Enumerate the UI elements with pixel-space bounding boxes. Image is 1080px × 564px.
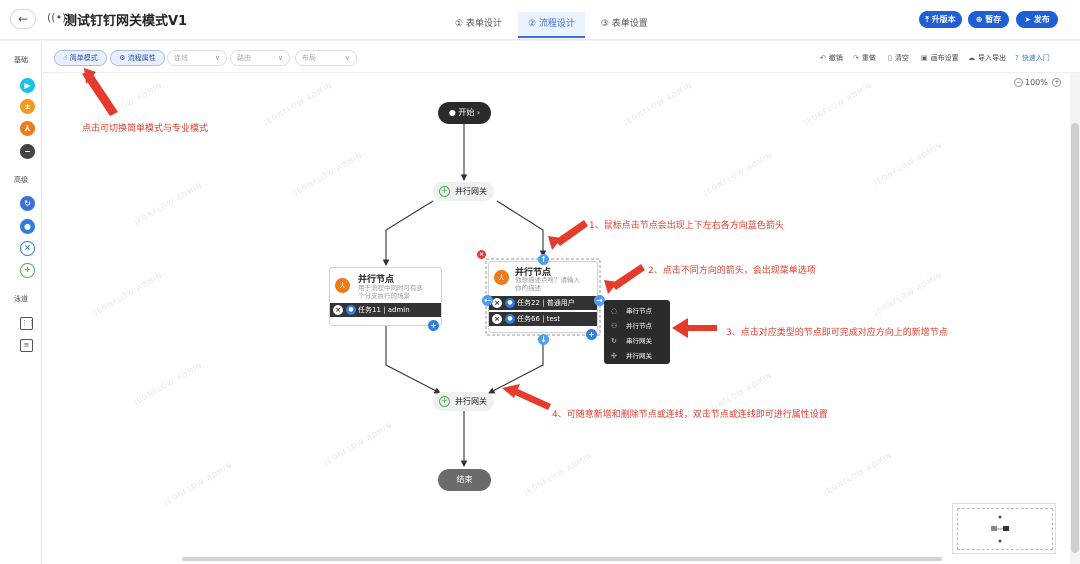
- arrow-left-button[interactable]: ←: [482, 295, 493, 306]
- user-icon: ●: [505, 298, 515, 308]
- annotation-tip-4: 4、可随意新增和删除节点或连线，双击节点或连线即可进行属性设置: [552, 410, 828, 420]
- connector-gateway-left: [382, 200, 434, 267]
- arrow-down-button[interactable]: ↓: [538, 334, 549, 345]
- minimap[interactable]: [952, 503, 1056, 554]
- add-node-menu: ◌ 串行节点 ⚇ 并行节点 ↻ 串行网关 ✣ 并行网关: [604, 300, 670, 364]
- end-node[interactable]: 结束: [438, 469, 491, 491]
- task-row[interactable]: × ● 任务66 | test: [489, 312, 597, 326]
- annotation-arrow: [515, 389, 551, 410]
- menu-item-parallel-gateway[interactable]: ✣ 并行网关: [604, 349, 670, 363]
- card-description-line: 用于流程中同时可有多: [358, 284, 423, 292]
- remove-icon[interactable]: ×: [492, 298, 502, 308]
- plus-circle-icon: +: [439, 186, 450, 197]
- arrow-up-button[interactable]: ↑: [538, 254, 549, 265]
- remove-icon[interactable]: ×: [492, 314, 502, 324]
- menu-item-parallel-node[interactable]: ⚇ 并行节点: [604, 319, 670, 333]
- parallel-node-avatar-icon: ⅄: [494, 270, 509, 285]
- remove-icon[interactable]: ×: [333, 305, 343, 315]
- connector-left-gateway: [385, 326, 441, 394]
- user-icon: ●: [448, 108, 459, 117]
- minimap-preview: [991, 515, 1009, 543]
- menu-item-serial-node[interactable]: ◌ 串行节点: [604, 304, 670, 318]
- user-icon: ◌: [611, 307, 618, 315]
- annotation-arrow: [684, 325, 717, 331]
- start-node[interactable]: ● 开始 ›: [438, 102, 491, 124]
- user-icon: ●: [505, 314, 515, 324]
- plus-circle-icon: +: [439, 396, 450, 407]
- annotation-tip-2: 2、点击不同方向的箭头，会出现菜单选项: [648, 266, 816, 276]
- chevron-right-icon: ›: [474, 108, 481, 117]
- app-root: ← ((•)) 测试钉钉网关模式V1 ① 表单设计 ② 流程设计 ③ 表单设置 …: [0, 0, 1080, 564]
- card-description-line: 你的描述: [515, 284, 541, 292]
- parallel-node-card-right[interactable]: ⅄ 并行节点 你想描述点啥？请输入 你的描述 × ● 任务22 | 普通用户 × ● 任…: [488, 261, 598, 333]
- annotation-arrow: [672, 318, 688, 338]
- add-node-button[interactable]: +: [428, 320, 439, 331]
- parallel-gateway-bottom[interactable]: + 并行网关: [433, 392, 494, 411]
- annotation-arrow: [555, 220, 588, 246]
- parallel-node-avatar-icon: ⅄: [335, 278, 350, 293]
- add-node-button[interactable]: +: [586, 329, 597, 340]
- menu-item-serial-gateway[interactable]: ↻ 串行网关: [604, 334, 670, 348]
- users-icon: ⚇: [611, 322, 618, 330]
- card-description-line: 你想描述点啥？请输入: [515, 276, 580, 284]
- cycle-icon: ↻: [611, 337, 617, 345]
- card-description-line: 个分支执行的场景: [358, 292, 410, 300]
- annotation-arrow: [611, 264, 645, 290]
- annotation-mode-hint: 点击可切换简单模式与专业模式: [82, 124, 209, 134]
- annotation-tip-1: 1、鼠标点击节点会出现上下左右各方向蓝色箭头: [589, 221, 784, 231]
- parallel-gateway-top[interactable]: + 并行网关: [433, 182, 494, 201]
- annotation-tip-3: 3、点击对应类型的节点即可完成对应方向上的新增节点: [726, 328, 948, 338]
- move-icon: ✣: [611, 352, 617, 360]
- user-icon: ●: [346, 305, 356, 315]
- task-row[interactable]: × ● 任务11 | admin: [330, 303, 441, 317]
- delete-node-icon[interactable]: ×: [477, 250, 486, 259]
- connector-gateway-right: [496, 200, 547, 258]
- task-row[interactable]: × ● 任务22 | 普通用户: [489, 296, 597, 310]
- parallel-node-card-left[interactable]: ⅄ 并行节点 用于流程中同时可有多 个分支执行的场景 × ● 任务11 | admi…: [329, 267, 442, 326]
